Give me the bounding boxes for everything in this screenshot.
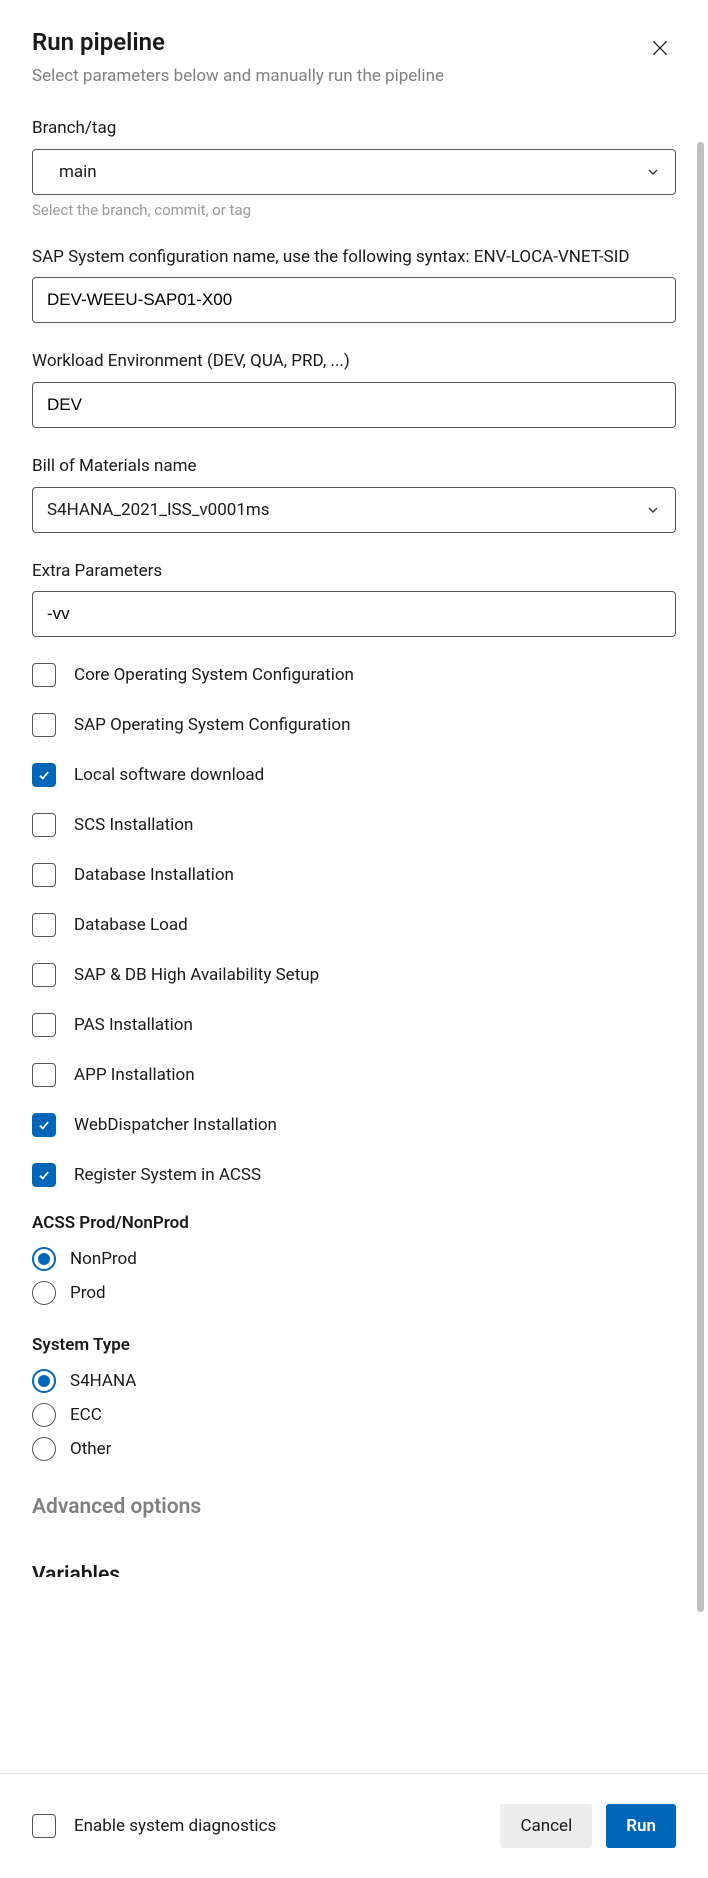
checkbox-box[interactable] <box>32 813 56 837</box>
checkbox-box[interactable] <box>32 713 56 737</box>
checkbox-db-load[interactable]: Database Load <box>32 913 676 937</box>
radio-acss-prod[interactable]: Prod <box>32 1281 676 1305</box>
checkbox-box[interactable] <box>32 863 56 887</box>
checkbox-label: SAP Operating System Configuration <box>74 715 350 735</box>
checkbox-db-install[interactable]: Database Installation <box>32 863 676 887</box>
checkbox-label: Local software download <box>74 765 264 785</box>
radio-circle[interactable] <box>32 1247 56 1271</box>
branch-select[interactable]: main <box>32 149 676 195</box>
radio-label: S4HANA <box>70 1371 136 1391</box>
checkbox-box[interactable] <box>32 1163 56 1187</box>
diagnostics-label: Enable system diagnostics <box>74 1816 276 1836</box>
checkbox-label: Database Load <box>74 915 188 935</box>
radio-systype-ecc[interactable]: ECC <box>32 1403 676 1427</box>
bom-value: S4HANA_2021_ISS_v0001ms <box>47 500 270 520</box>
cancel-button[interactable]: Cancel <box>500 1804 592 1848</box>
radio-label: ECC <box>70 1405 102 1425</box>
checkbox-app[interactable]: APP Installation <box>32 1063 676 1087</box>
acss-heading: ACSS Prod/NonProd <box>32 1213 676 1233</box>
checkbox-register-acss[interactable]: Register System in ACSS <box>32 1163 676 1187</box>
checkbox-ha[interactable]: SAP & DB High Availability Setup <box>32 963 676 987</box>
checkbox-label: SCS Installation <box>74 815 193 835</box>
radio-label: Other <box>70 1439 111 1459</box>
checkbox-box[interactable] <box>32 1113 56 1137</box>
bom-label: Bill of Materials name <box>32 454 676 479</box>
checkbox-box[interactable] <box>32 1013 56 1037</box>
radio-circle[interactable] <box>32 1437 56 1461</box>
checkbox-box[interactable] <box>32 763 56 787</box>
chevron-down-icon <box>645 502 661 518</box>
checkbox-label: PAS Installation <box>74 1015 193 1035</box>
checkbox-label: WebDispatcher Installation <box>74 1115 277 1135</box>
radio-circle[interactable] <box>32 1369 56 1393</box>
checkbox-pas[interactable]: PAS Installation <box>32 1013 676 1037</box>
checkbox-core-os[interactable]: Core Operating System Configuration <box>32 663 676 687</box>
page-subtitle: Select parameters below and manually run… <box>32 66 676 86</box>
radio-label: Prod <box>70 1283 106 1303</box>
checkbox-sap-os[interactable]: SAP Operating System Configuration <box>32 713 676 737</box>
checkbox-box[interactable] <box>32 663 56 687</box>
diagnostics-checkbox[interactable] <box>32 1814 56 1838</box>
branch-value: main <box>59 162 97 182</box>
radio-acss-nonprod[interactable]: NonProd <box>32 1247 676 1271</box>
checkbox-box[interactable] <box>32 963 56 987</box>
workload-env-label: Workload Environment (DEV, QUA, PRD, ...… <box>32 349 676 374</box>
run-button[interactable]: Run <box>606 1804 676 1848</box>
branch-label: Branch/tag <box>32 116 676 141</box>
close-icon <box>650 38 670 63</box>
system-type-heading: System Type <box>32 1335 676 1355</box>
checkbox-label: Register System in ACSS <box>74 1165 261 1185</box>
variables-heading: Variables <box>32 1563 676 1577</box>
checkbox-scs[interactable]: SCS Installation <box>32 813 676 837</box>
scrollbar[interactable] <box>697 142 704 1612</box>
extra-params-input[interactable] <box>32 591 676 637</box>
radio-circle[interactable] <box>32 1403 56 1427</box>
checkbox-label: APP Installation <box>74 1065 195 1085</box>
extra-params-label: Extra Parameters <box>32 559 676 584</box>
checkbox-label: Core Operating System Configuration <box>74 665 354 685</box>
radio-systype-s4hana[interactable]: S4HANA <box>32 1369 676 1393</box>
checkbox-label: SAP & DB High Availability Setup <box>74 965 319 985</box>
radio-label: NonProd <box>70 1249 137 1269</box>
checkbox-box[interactable] <box>32 1063 56 1087</box>
close-button[interactable] <box>644 34 676 66</box>
bom-select[interactable]: S4HANA_2021_ISS_v0001ms <box>32 487 676 533</box>
workload-env-input[interactable] <box>32 382 676 428</box>
advanced-options-toggle[interactable]: Advanced options <box>32 1495 676 1519</box>
page-title: Run pipeline <box>32 28 165 56</box>
branch-help: Select the branch, commit, or tag <box>32 201 676 219</box>
sap-config-input[interactable] <box>32 277 676 323</box>
radio-circle[interactable] <box>32 1281 56 1305</box>
chevron-down-icon <box>645 164 661 180</box>
checkbox-local-dl[interactable]: Local software download <box>32 763 676 787</box>
checkbox-label: Database Installation <box>74 865 234 885</box>
sap-config-label: SAP System configuration name, use the f… <box>32 245 676 270</box>
checkbox-box[interactable] <box>32 913 56 937</box>
radio-systype-other[interactable]: Other <box>32 1437 676 1461</box>
checkbox-webdisp[interactable]: WebDispatcher Installation <box>32 1113 676 1137</box>
